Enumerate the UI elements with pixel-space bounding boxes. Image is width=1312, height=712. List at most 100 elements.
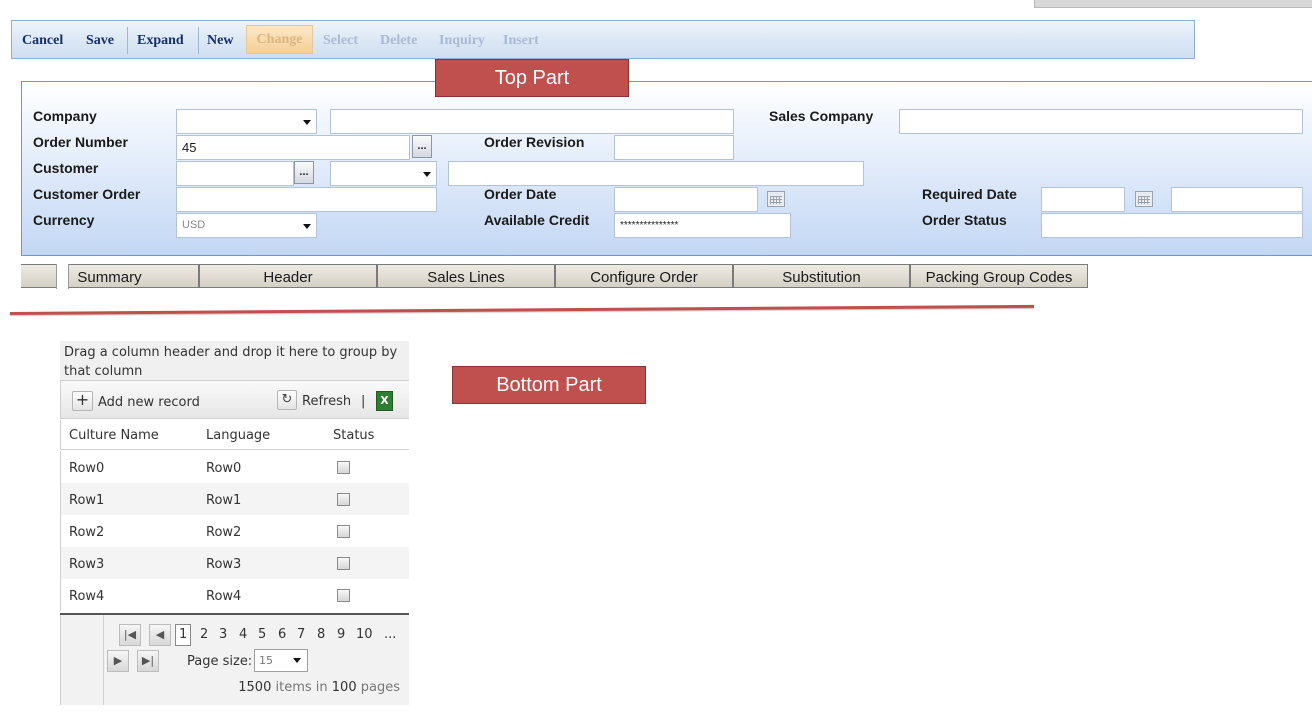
items-count: 1500: [238, 680, 272, 695]
table-row[interactable]: Row1 Row1: [60, 483, 409, 515]
tab-label: Configure Order: [590, 269, 698, 286]
page-number[interactable]: 3: [219, 627, 227, 642]
status-checkbox[interactable]: [337, 493, 350, 506]
table-row[interactable]: Row4 Row4: [60, 579, 409, 611]
culture-name-cell: Row2: [69, 525, 105, 540]
customer-field[interactable]: [176, 161, 294, 186]
column-header-language[interactable]: Language: [206, 428, 270, 443]
available-credit-label: Available Credit: [484, 212, 590, 228]
order-number-value: 45: [182, 140, 197, 155]
previous-page-icon[interactable]: ◀: [149, 624, 171, 646]
language-cell: Row4: [206, 589, 242, 604]
column-header-culture-name[interactable]: Culture Name: [69, 428, 159, 443]
chevron-down-icon: [423, 172, 431, 177]
order-status-field[interactable]: [1041, 213, 1303, 238]
pages-count: 100: [331, 680, 357, 695]
page-number[interactable]: 9: [337, 627, 345, 642]
company-label: Company: [33, 108, 97, 124]
status-checkbox[interactable]: [337, 461, 350, 474]
order-revision-label: Order Revision: [484, 134, 585, 150]
language-cell: Row3: [206, 557, 242, 572]
page-number[interactable]: 8: [317, 627, 325, 642]
culture-name-cell: Row4: [69, 589, 105, 604]
customer-dropdown[interactable]: [330, 161, 437, 186]
cancel-button[interactable]: Cancel: [22, 33, 63, 49]
plus-icon[interactable]: +: [72, 391, 93, 411]
page-number[interactable]: 10: [356, 627, 373, 642]
new-button[interactable]: New: [207, 33, 233, 49]
column-header-status[interactable]: Status: [333, 428, 374, 443]
page-number[interactable]: 2: [200, 627, 208, 642]
more-pages[interactable]: ...: [384, 627, 396, 642]
calendar-icon[interactable]: [1135, 191, 1153, 207]
order-number-field[interactable]: 45: [176, 135, 410, 160]
grid-pager: |◀ ◀ 1 2 3 4 5 6 7 8 9 10 ... ▶ ▶| Page …: [60, 615, 409, 705]
page-size-label: Page size:: [187, 654, 253, 669]
grid-toolbar: + Add new record ↻ Refresh | X: [60, 381, 409, 419]
tab-label: Header: [263, 269, 313, 286]
required-time-field[interactable]: [1171, 187, 1303, 212]
table-row[interactable]: Row3 Row3: [60, 547, 409, 579]
company-dropdown[interactable]: [176, 109, 317, 134]
tab-label: Sales Lines: [427, 269, 505, 286]
tab-substitution[interactable]: Substitution: [733, 264, 910, 288]
group-by-hint[interactable]: Drag a column header and drop it here to…: [60, 341, 409, 381]
currency-label: Currency: [33, 212, 95, 228]
tab-indicator: [56, 264, 69, 289]
sales-company-field[interactable]: [899, 109, 1303, 134]
refresh-icon[interactable]: ↻: [277, 390, 297, 410]
order-number-label: Order Number: [33, 134, 128, 150]
status-checkbox[interactable]: [337, 525, 350, 538]
required-date-field[interactable]: [1041, 187, 1125, 212]
grid-column-header: Culture Name Language Status: [60, 420, 409, 450]
add-new-record-button[interactable]: Add new record: [98, 395, 200, 410]
tab-label: Packing Group Codes: [925, 269, 1073, 286]
customer-lookup-button[interactable]: ...: [294, 161, 314, 184]
excel-export-icon[interactable]: X: [376, 391, 393, 411]
currency-value: USD: [182, 219, 206, 231]
tab-summary[interactable]: Summary: [21, 264, 199, 288]
tab-sales-lines[interactable]: Sales Lines: [377, 264, 555, 288]
inquiry-button: Inquiry: [439, 33, 485, 48]
tab-packing-group-codes[interactable]: Packing Group Codes: [910, 264, 1088, 288]
tab-configure-order[interactable]: Configure Order: [555, 264, 733, 288]
page-size-value: 15: [259, 654, 273, 667]
culture-name-cell: Row0: [69, 461, 105, 476]
tab-header[interactable]: Header: [199, 264, 377, 288]
save-button[interactable]: Save: [86, 33, 114, 49]
table-row[interactable]: Row2 Row2: [60, 515, 409, 547]
page-size-dropdown[interactable]: 15: [254, 649, 308, 672]
culture-grid: Drag a column header and drop it here to…: [60, 341, 409, 705]
customer-order-field[interactable]: [176, 187, 437, 212]
culture-name-cell: Row1: [69, 493, 105, 508]
refresh-button[interactable]: Refresh: [302, 394, 351, 409]
next-page-icon[interactable]: ▶: [107, 650, 129, 672]
available-credit-value: ***************: [620, 220, 679, 231]
culture-name-cell: Row3: [69, 557, 105, 572]
page-number[interactable]: 4: [239, 627, 247, 642]
items-text: items in: [275, 680, 328, 695]
available-credit-field[interactable]: ***************: [614, 213, 791, 238]
page-number[interactable]: 7: [297, 627, 305, 642]
page-number-current[interactable]: 1: [175, 624, 192, 646]
order-number-lookup-button[interactable]: ...: [412, 135, 432, 158]
status-checkbox[interactable]: [337, 589, 350, 602]
customer-order-label: Customer Order: [33, 186, 141, 202]
table-row[interactable]: Row0 Row0: [60, 451, 409, 483]
sales-company-label: Sales Company: [769, 108, 874, 124]
calendar-icon[interactable]: [767, 191, 785, 207]
first-page-icon[interactable]: |◀: [119, 624, 141, 646]
order-status-label: Order Status: [922, 212, 1007, 228]
status-checkbox[interactable]: [337, 557, 350, 570]
page-number[interactable]: 6: [278, 627, 286, 642]
last-page-icon[interactable]: ▶|: [137, 650, 159, 672]
order-date-field[interactable]: [614, 187, 758, 212]
currency-dropdown[interactable]: USD: [176, 213, 317, 238]
order-revision-field[interactable]: [614, 135, 734, 160]
toolbar-separator: [198, 27, 199, 54]
company-description-field[interactable]: [330, 109, 734, 134]
customer-name-field[interactable]: [448, 161, 864, 186]
expand-button[interactable]: Expand: [137, 33, 184, 49]
insert-button: Insert: [503, 33, 539, 48]
page-number[interactable]: 5: [258, 627, 266, 642]
